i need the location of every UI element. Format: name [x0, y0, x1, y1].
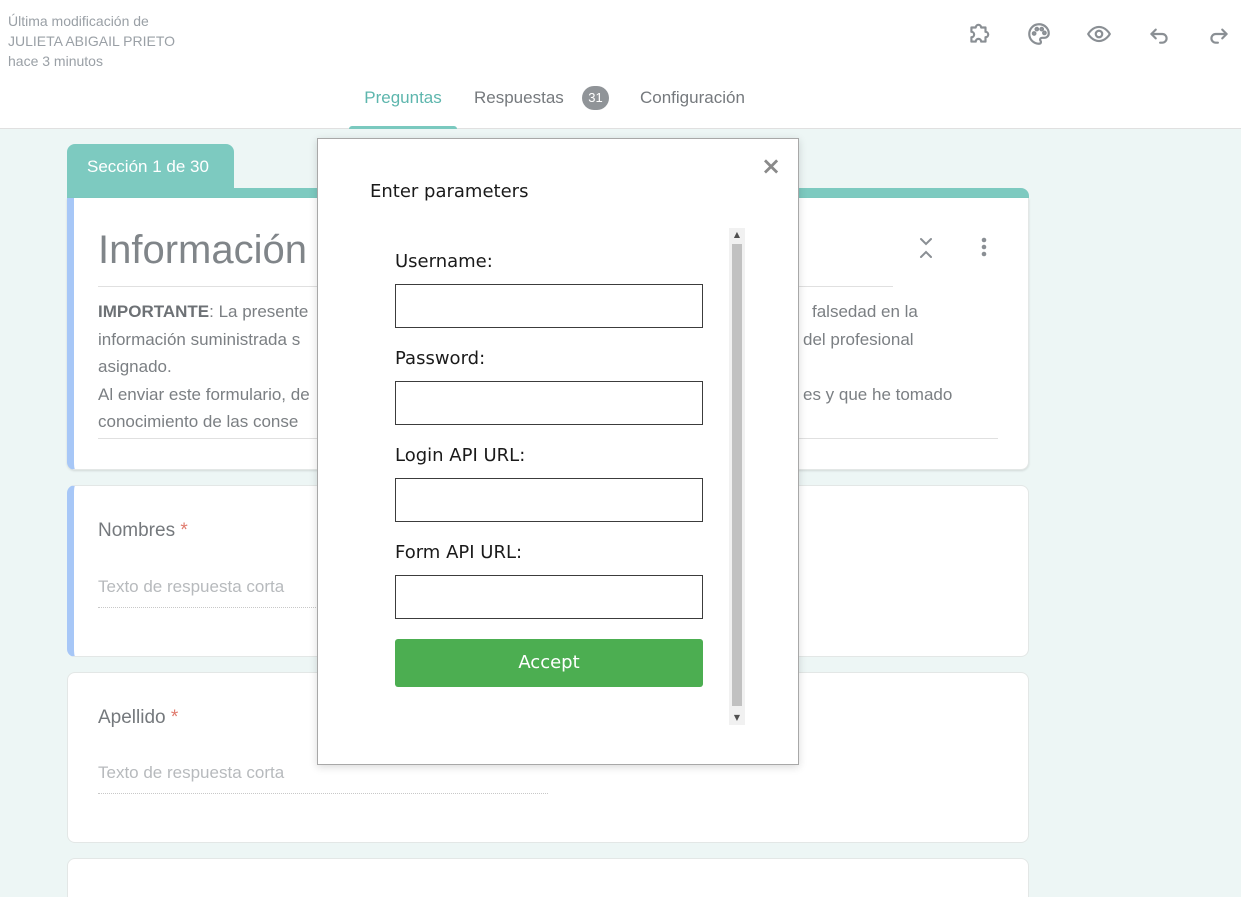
close-dialog-button[interactable]: × — [761, 154, 781, 178]
description-line1-end: falsedad en la — [812, 302, 918, 321]
redo-button[interactable] — [1203, 18, 1235, 50]
tab-questions[interactable]: Preguntas — [349, 88, 457, 129]
password-input[interactable] — [395, 381, 703, 425]
last-modified-user: JULIETA ABIGAIL PRIETO — [8, 33, 176, 49]
description-bold: IMPORTANTE — [98, 302, 210, 321]
scroll-down-arrow-icon[interactable]: ▼ — [729, 711, 745, 725]
undo-button[interactable] — [1143, 18, 1175, 50]
undo-icon — [1150, 28, 1168, 44]
login-api-url-input[interactable] — [395, 478, 703, 522]
required-asterisk: * — [180, 520, 188, 541]
scroll-up-arrow-icon[interactable]: ▲ — [729, 228, 745, 242]
form-header: Última modificación de JULIETA ABIGAIL P… — [0, 0, 1241, 129]
responses-count-badge: 31 — [582, 86, 609, 110]
required-asterisk: * — [170, 707, 179, 728]
short-answer-placeholder: Texto de respuesta corta — [98, 763, 548, 794]
username-label: Username: — [395, 251, 493, 272]
more-options-button[interactable] — [972, 234, 996, 262]
palette-icon — [1028, 23, 1050, 45]
username-input[interactable] — [395, 284, 703, 328]
dialog-body: Username: Password: Login API URL: Form … — [318, 228, 746, 725]
tab-responses-label: Respuestas — [474, 88, 564, 107]
description-line3: asignado. — [98, 357, 172, 376]
puzzle-icon — [970, 23, 990, 43]
dialog-scrollbar[interactable]: ▲ ▼ — [729, 228, 745, 725]
question-card-next[interactable] — [67, 858, 1029, 897]
more-vert-icon — [981, 237, 987, 257]
accept-button[interactable]: Accept — [395, 639, 703, 687]
description-line5: conocimiento de las conse — [98, 412, 299, 431]
question-title: Nombres * — [98, 520, 188, 542]
form-api-url-label: Form API URL: — [395, 542, 523, 563]
tab-responses[interactable]: Respuestas 31 — [474, 86, 614, 129]
preview-button[interactable] — [1083, 18, 1115, 50]
tab-settings-label: Configuración — [640, 88, 745, 107]
last-modified-info: Última modificación de JULIETA ABIGAIL P… — [8, 11, 175, 71]
description-line4: Al enviar este formulario, de — [98, 384, 310, 404]
question-label: Nombres — [98, 520, 176, 541]
last-modified-time: hace 3 minutos — [8, 53, 103, 69]
form-api-url-input[interactable] — [395, 575, 703, 619]
description-line2: información suministrada s — [98, 329, 301, 349]
section-title[interactable]: Información — [98, 228, 307, 273]
login-api-url-label: Login API URL: — [395, 445, 526, 466]
question-title: Apellido * — [98, 707, 178, 729]
description-line4-end: es y que he tomado — [803, 384, 953, 404]
description-line2-end: del profesional — [803, 329, 914, 349]
customize-theme-button[interactable] — [1023, 18, 1055, 50]
collapse-section-button[interactable] — [914, 234, 938, 262]
dialog-title: Enter parameters — [370, 181, 529, 202]
section-indicator: Sección 1 de 30 — [67, 144, 234, 192]
scroll-thumb[interactable] — [732, 244, 742, 706]
description-line1: : La presente — [209, 302, 309, 321]
tab-settings[interactable]: Configuración — [640, 88, 760, 129]
password-label: Password: — [395, 348, 486, 369]
parameters-dialog: × Enter parameters Username: Password: L… — [317, 138, 799, 765]
collapse-icon — [920, 238, 932, 258]
last-modified-label: Última modificación de — [8, 13, 149, 29]
question-label: Apellido — [98, 707, 166, 728]
redo-icon — [1210, 28, 1228, 44]
addons-button[interactable] — [963, 18, 995, 50]
eye-icon — [1087, 25, 1111, 43]
tab-questions-label: Preguntas — [364, 88, 442, 107]
